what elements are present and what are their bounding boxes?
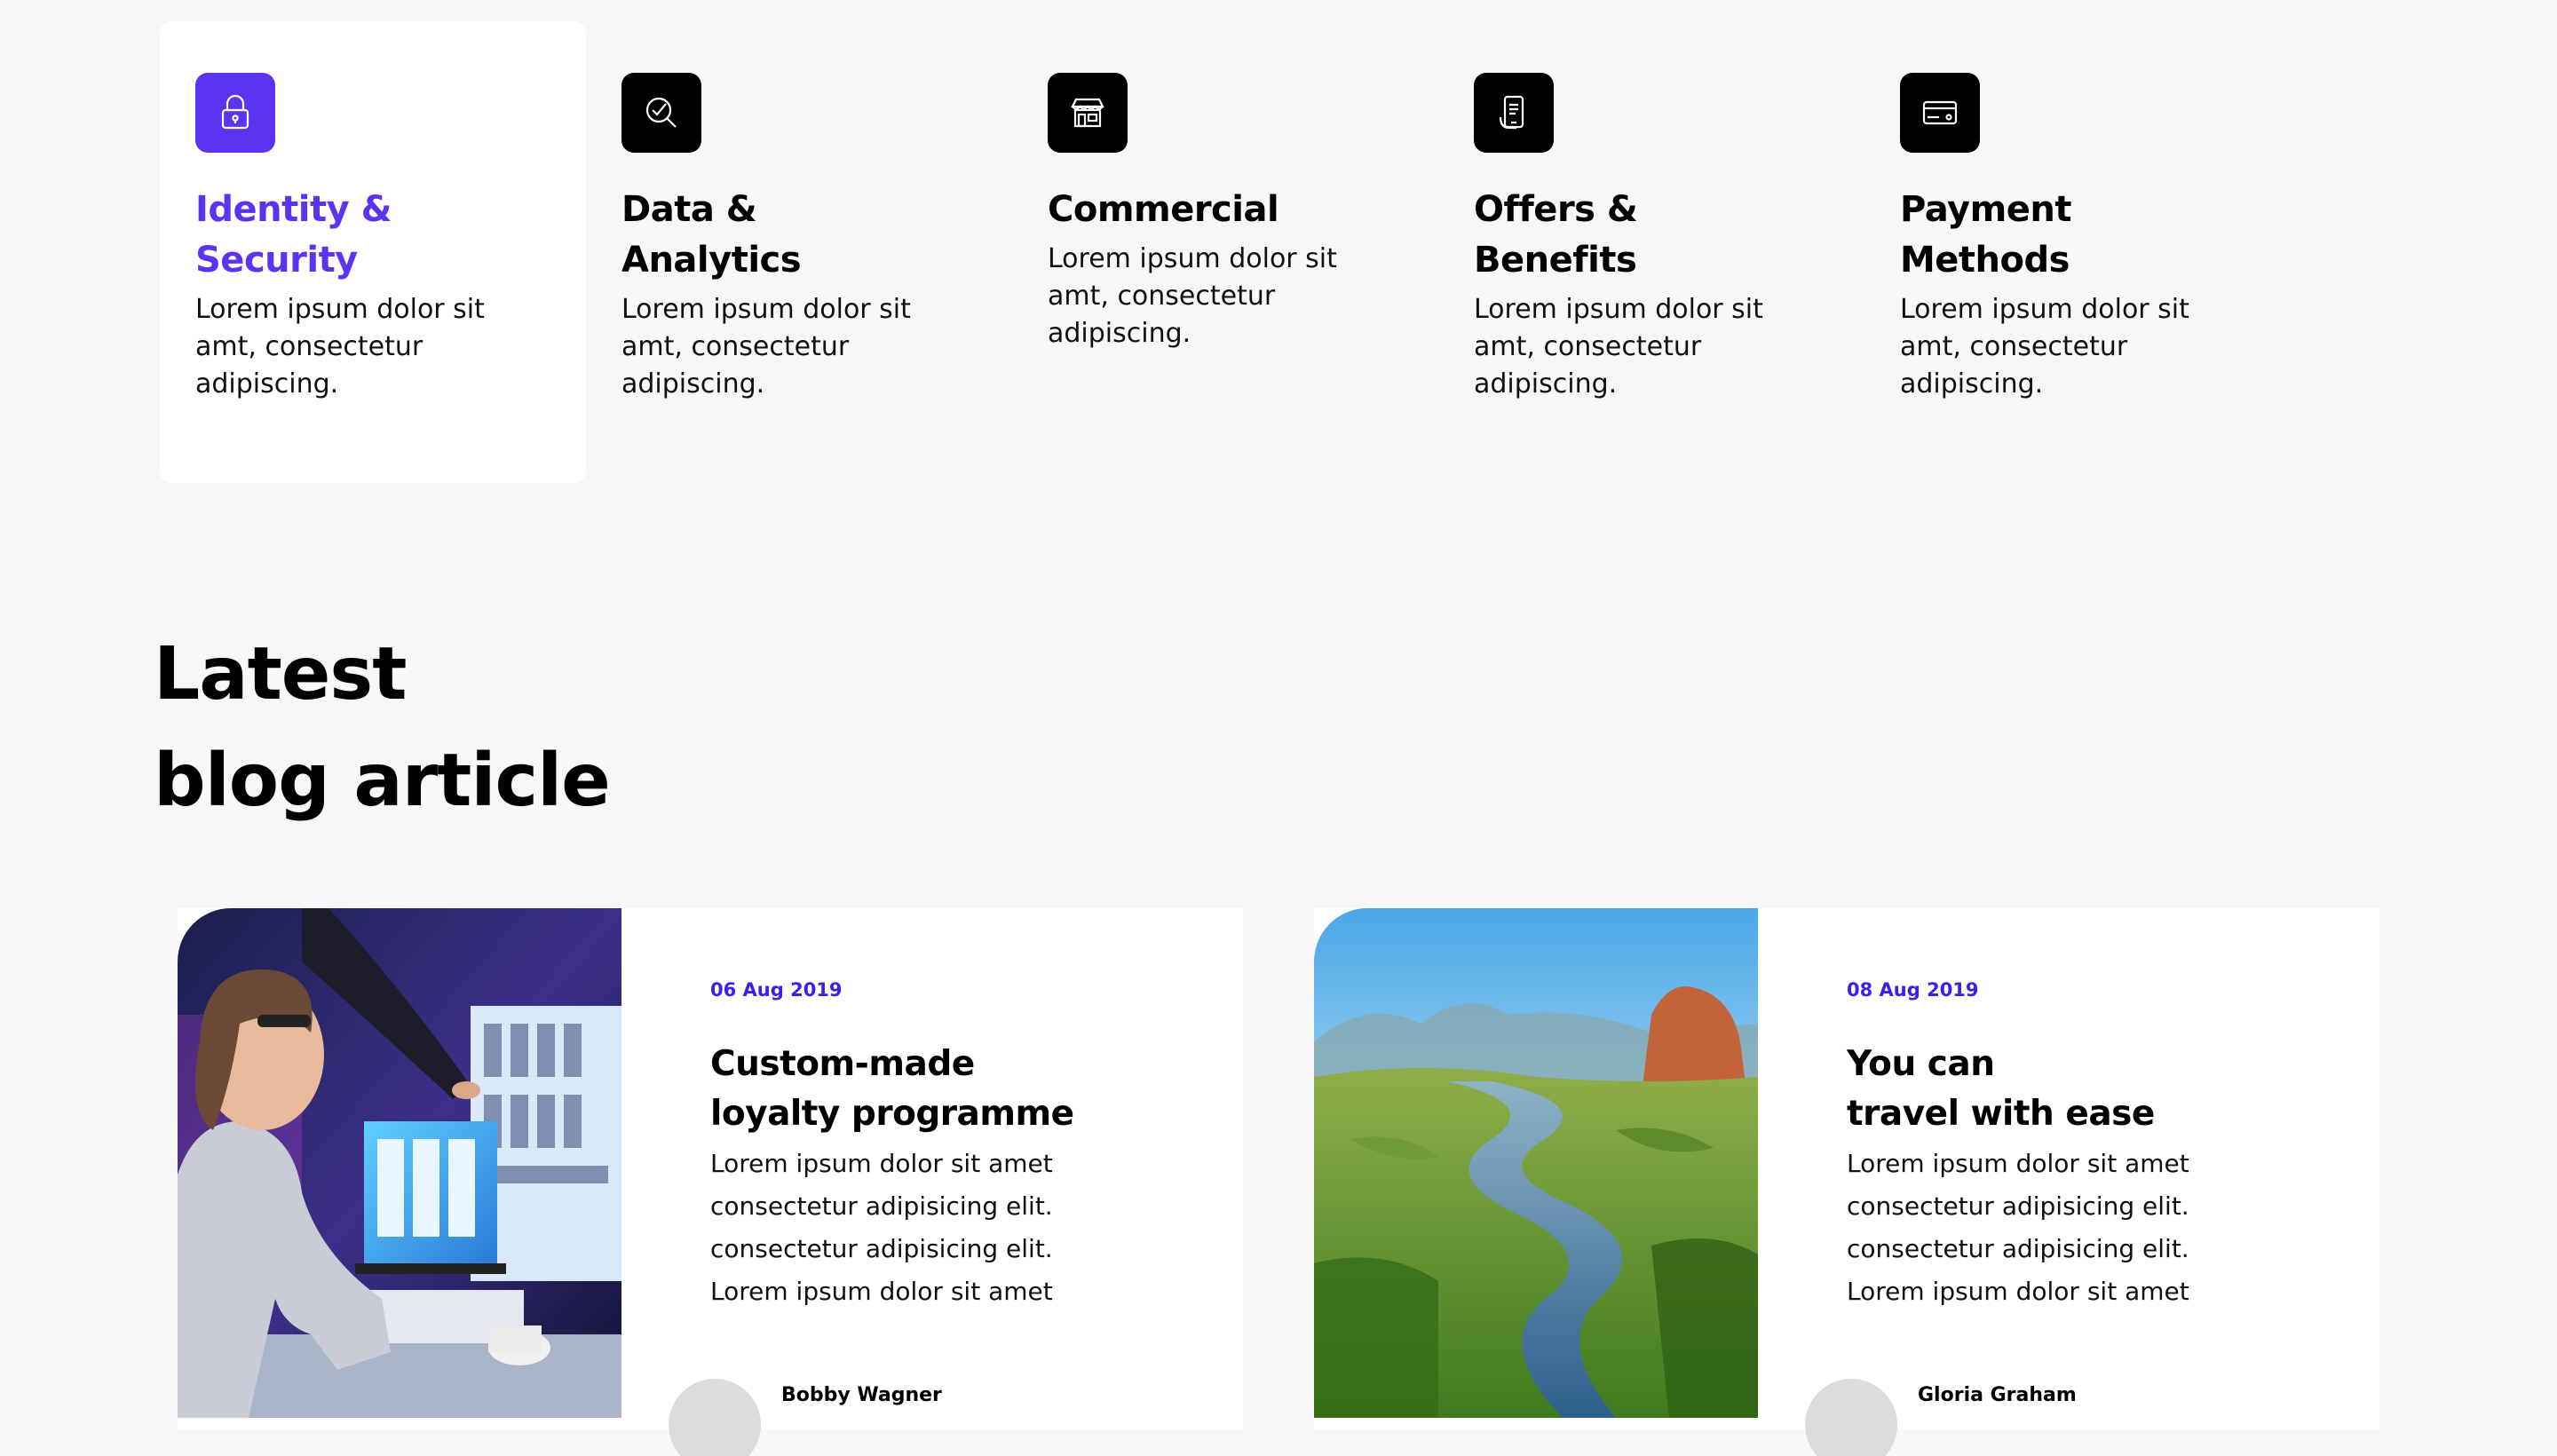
feature-offers-benefits[interactable]: Offers & Benefits Lorem ipsum dolor sit …: [1438, 21, 1864, 483]
feature-row: Identity & Security Lorem ipsum dolor si…: [160, 21, 2291, 483]
article-title[interactable]: Custom-made loyalty programme: [710, 1040, 1207, 1139]
feature-title: Data & Analytics: [621, 189, 802, 281]
blog-card[interactable]: 06 Aug 2019 Custom-made loyalty programm…: [178, 908, 1243, 1456]
woman-at-computer-photo[interactable]: [178, 908, 621, 1418]
avatar: [669, 1379, 761, 1456]
feature-title: Commercial: [1048, 189, 1279, 230]
feature-description: Lorem ipsum dolor sit amt, consectetur a…: [621, 294, 911, 400]
credit-card-icon: [1900, 73, 1980, 153]
feature-description: Lorem ipsum dolor sit amt, consectetur a…: [1900, 294, 2189, 400]
feature-title: Identity & Security: [195, 189, 392, 281]
blog-card[interactable]: 08 Aug 2019 You can travel with ease Lor…: [1314, 908, 2379, 1456]
feature-data-analytics[interactable]: Data & Analytics Lorem ipsum dolor sit a…: [586, 21, 1012, 483]
feature-description: Lorem ipsum dolor sit amt, consectetur a…: [1474, 294, 1763, 400]
article-excerpt: Lorem ipsum dolor sit amet consectetur a…: [1847, 1149, 2189, 1306]
page: Identity & Security Lorem ipsum dolor si…: [0, 0, 2557, 1456]
article-title[interactable]: You can travel with ease: [1847, 1040, 2344, 1139]
article-excerpt: Lorem ipsum dolor sit amet consectetur a…: [710, 1149, 1053, 1306]
feature-description: Lorem ipsum dolor sit amt, consectetur a…: [195, 294, 485, 400]
article-date: 08 Aug 2019: [1847, 979, 1979, 1001]
river-landscape-photo[interactable]: [1314, 908, 1758, 1418]
feature-description: Lorem ipsum dolor sit amt, consectetur a…: [1048, 243, 1337, 349]
feature-title: Offers & Benefits: [1474, 189, 1638, 281]
avatar: [1805, 1379, 1897, 1456]
article-author: Gloria Graham: [1918, 1384, 2077, 1406]
article-content: 08 Aug 2019 You can travel with ease Lor…: [1847, 979, 2344, 1313]
article-date: 06 Aug 2019: [710, 979, 843, 1001]
lock-icon: [195, 73, 275, 153]
feature-title: Payment Methods: [1900, 189, 2071, 281]
analytics-icon: [621, 73, 701, 153]
blog-section-title: Latest blog article: [154, 632, 611, 823]
feature-payment-methods[interactable]: Payment Methods Lorem ipsum dolor sit am…: [1864, 21, 2291, 483]
article-content: 06 Aug 2019 Custom-made loyalty programm…: [710, 979, 1207, 1313]
feature-commercial[interactable]: Commercial Lorem ipsum dolor sit amt, co…: [1012, 21, 1438, 483]
article-author: Bobby Wagner: [781, 1384, 942, 1406]
store-icon: [1048, 73, 1128, 153]
mobile-offer-icon: [1474, 73, 1554, 153]
feature-identity-security[interactable]: Identity & Security Lorem ipsum dolor si…: [160, 21, 586, 483]
